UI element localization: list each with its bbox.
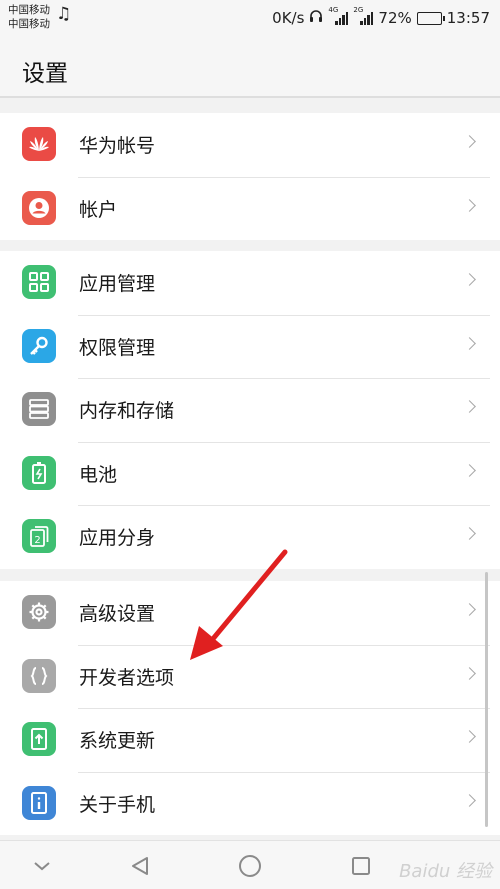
home-circle-icon[interactable]	[233, 849, 267, 883]
headset-icon	[309, 9, 323, 27]
chevron-right-icon	[463, 400, 476, 413]
back-triangle-icon[interactable]	[123, 849, 157, 883]
settings-item-label: 内存和存储	[79, 400, 175, 423]
chevron-right-icon	[463, 463, 476, 477]
settings-item-label: 系统更新	[79, 730, 156, 753]
settings-item-label: 关于手机	[79, 793, 156, 816]
status-indicators: 0K/s 4G 2G 72% 13:57	[272, 7, 490, 28]
chevron-right-icon	[463, 730, 476, 743]
settings-item-system-update[interactable]: 系统更新	[0, 708, 500, 772]
page-header: 设置	[0, 36, 500, 98]
battery-icon	[22, 455, 56, 490]
huawei-logo-icon	[22, 127, 56, 161]
carrier-1: 中国移动	[8, 4, 50, 16]
settings-item-battery[interactable]: 电池	[0, 441, 500, 506]
settings-item-label: 高级设置	[79, 603, 156, 626]
svg-text:2: 2	[34, 535, 40, 546]
chevron-right-icon	[463, 666, 476, 680]
chevron-right-icon	[463, 336, 476, 350]
recents-square-icon[interactable]	[344, 849, 378, 883]
navigation-bar: Baidu 经验	[0, 840, 500, 889]
settings-item-label: 应用分身	[79, 527, 156, 550]
clock: 13:57	[446, 9, 490, 27]
settings-item-label: 电池	[79, 463, 118, 486]
settings-group-apps: 应用管理 权限管理 内存和存储 电池 2 应用分身	[0, 251, 500, 569]
net-speed: 0K/s	[272, 9, 305, 27]
settings-item-about-phone[interactable]: 关于手机	[0, 771, 500, 836]
gear-icon	[22, 595, 56, 629]
braces-icon	[22, 658, 56, 693]
music-note-icon: ♫	[56, 4, 72, 24]
chevron-right-icon	[463, 198, 476, 212]
chevron-right-icon	[463, 273, 476, 286]
settings-item-accounts[interactable]: 帐户	[0, 176, 500, 241]
chevron-right-icon	[463, 527, 476, 540]
storage-icon	[22, 392, 56, 426]
watermark: Baidu 经验	[399, 861, 492, 882]
settings-item-label: 开发者选项	[79, 666, 175, 689]
update-icon	[22, 722, 56, 756]
settings-item-app-management[interactable]: 应用管理	[0, 251, 500, 315]
settings-item-label: 权限管理	[79, 336, 156, 359]
apps-grid-icon	[22, 265, 56, 299]
signal-sim1-icon: 4G	[328, 7, 349, 25]
carrier-2: 中国移动	[8, 18, 50, 30]
sim2-tag: 2G	[353, 6, 364, 14]
signal-sim2-icon: 2G	[353, 7, 374, 25]
settings-group-account: 华为帐号 帐户	[0, 113, 500, 240]
settings-item-label: 华为帐号	[79, 135, 156, 158]
scrollbar[interactable]	[485, 572, 488, 827]
settings-item-huawei-id[interactable]: 华为帐号	[0, 113, 500, 177]
settings-item-permissions[interactable]: 权限管理	[0, 314, 500, 379]
settings-item-advanced[interactable]: 高级设置	[0, 581, 500, 645]
page-title: 设置	[22, 61, 68, 87]
status-bar: 中国移动 中国移动 ♫ 0K/s 4G 2G 72% 13:57	[0, 0, 500, 36]
chevron-right-icon	[463, 793, 476, 807]
settings-item-memory-storage[interactable]: 内存和存储	[0, 378, 500, 442]
settings-item-app-twin[interactable]: 2 应用分身	[0, 505, 500, 569]
info-icon	[22, 785, 56, 820]
settings-item-developer-options[interactable]: 开发者选项	[0, 644, 500, 709]
key-icon	[22, 328, 56, 363]
settings-item-label: 帐户	[79, 198, 118, 221]
settings-item-label: 应用管理	[79, 273, 156, 296]
chevron-right-icon	[463, 135, 476, 148]
battery-percent: 72%	[378, 9, 412, 27]
app-twin-icon: 2	[22, 519, 56, 553]
chevron-down-icon[interactable]	[25, 849, 59, 883]
chevron-right-icon	[463, 603, 476, 616]
battery-icon	[416, 11, 445, 25]
settings-group-system: 高级设置 开发者选项 系统更新 关于手机	[0, 581, 500, 835]
account-icon	[22, 190, 56, 225]
sim1-tag: 4G	[328, 6, 339, 14]
carrier-names: 中国移动 中国移动	[8, 3, 50, 31]
